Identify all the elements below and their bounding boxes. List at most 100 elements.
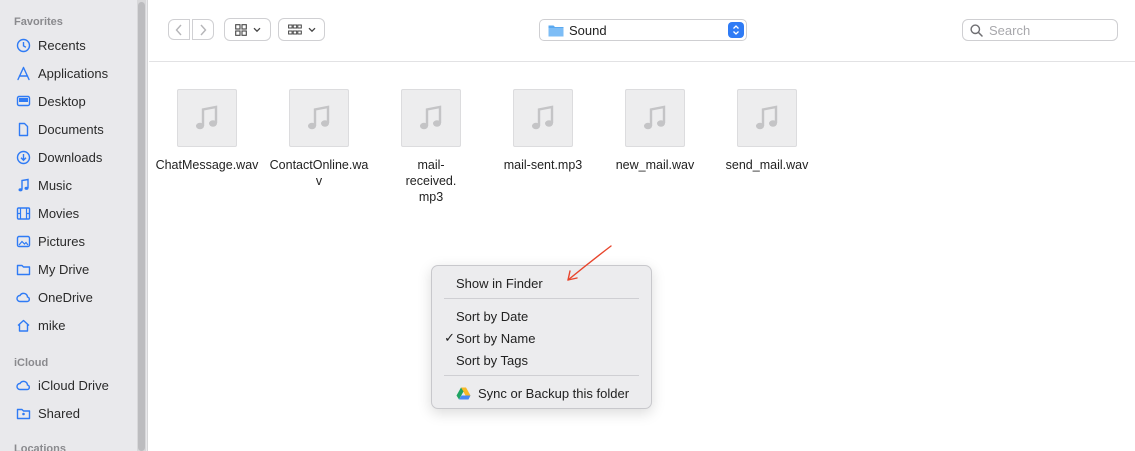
- sidebar-scrollbar[interactable]: [137, 0, 146, 451]
- menu-item-label: Sort by Name: [456, 330, 536, 346]
- chevron-right-icon: [200, 24, 207, 35]
- group-by-button[interactable]: [278, 18, 325, 41]
- file-name: new_mail.wav: [615, 158, 695, 172]
- sidebar-item-applications[interactable]: Applications: [16, 62, 108, 84]
- audio-file-thumbnail: [513, 89, 573, 147]
- search-input[interactable]: [989, 22, 1109, 38]
- sidebar-item-label: Applications: [38, 65, 109, 81]
- sidebar-item-icloud-drive[interactable]: iCloud Drive: [16, 374, 109, 396]
- menu-item-sort-by-date[interactable]: Sort by Date: [433, 306, 650, 326]
- document-icon: [16, 122, 31, 137]
- file-name: ChatMessage.wav: [155, 158, 259, 172]
- file-item[interactable]: mail-received.mp3: [375, 89, 487, 205]
- menu-item-sort-by-name[interactable]: ✓ Sort by Name: [433, 328, 650, 348]
- up-down-chevron-icon: [733, 25, 739, 35]
- sidebar-item-documents[interactable]: Documents: [16, 118, 104, 140]
- sidebar-item-label: Downloads: [38, 149, 103, 165]
- sidebar-item-downloads[interactable]: Downloads: [16, 146, 102, 168]
- sidebar-item-music[interactable]: Music: [16, 174, 72, 196]
- grid-view-icon: [234, 23, 247, 36]
- chevron-down-icon: [253, 27, 260, 32]
- sidebar-item-label: Movies: [38, 205, 80, 221]
- menu-item-sort-by-tags[interactable]: Sort by Tags: [433, 350, 650, 370]
- picture-icon: [16, 234, 31, 249]
- audio-file-thumbnail: [737, 89, 797, 147]
- file-item[interactable]: ChatMessage.wav: [151, 89, 263, 173]
- cloud-icon: [16, 290, 31, 305]
- audio-file-thumbnail: [289, 89, 349, 147]
- file-item[interactable]: ContactOnline.wav: [263, 89, 375, 189]
- sidebar-item-label: Pictures: [38, 233, 85, 249]
- file-name: ContactOnline.wav: [269, 158, 369, 188]
- home-icon: [16, 318, 31, 333]
- folder-icon: [16, 262, 31, 277]
- chevron-left-icon: [175, 24, 182, 35]
- desktop-icon: [16, 94, 31, 109]
- menu-separator: [444, 298, 639, 299]
- music-note-icon: [16, 178, 31, 193]
- shared-folder-icon: [16, 406, 31, 421]
- audio-file-thumbnail: [625, 89, 685, 147]
- toolbar: Sound: [149, 0, 1135, 62]
- sidebar-item-recents[interactable]: Recents: [16, 34, 86, 56]
- sidebar-scrollbar-thumb[interactable]: [138, 2, 145, 451]
- music-note-icon: [420, 105, 442, 130]
- sidebar-item-label: Music: [38, 177, 72, 193]
- sidebar: Favorites Recents Applications Desktop D…: [0, 0, 148, 451]
- path-popup-button[interactable]: Sound: [539, 19, 747, 41]
- icloud-heading: iCloud: [14, 357, 49, 369]
- annotation-arrow: [567, 245, 612, 281]
- applications-icon: [16, 66, 31, 81]
- sidebar-item-shared[interactable]: Shared: [16, 402, 80, 424]
- group-grid-icon: [287, 24, 302, 34]
- sidebar-item-label: Desktop: [38, 93, 86, 109]
- sidebar-item-label: Documents: [38, 121, 104, 137]
- menu-item-label: Sort by Tags: [456, 352, 529, 368]
- download-icon: [16, 150, 31, 165]
- menu-item-label: Sort by Date: [456, 308, 529, 324]
- search-field[interactable]: [962, 19, 1118, 41]
- file-item[interactable]: mail-sent.mp3: [487, 89, 599, 173]
- music-note-icon: [308, 105, 330, 130]
- cloud-icon: [16, 378, 31, 393]
- file-name: send_mail.wav: [725, 158, 809, 172]
- sidebar-item-my-drive[interactable]: My Drive: [16, 258, 89, 280]
- film-icon: [16, 206, 31, 221]
- sidebar-item-label: iCloud Drive: [38, 377, 109, 393]
- file-item[interactable]: send_mail.wav: [711, 89, 823, 173]
- sidebar-item-label: Recents: [38, 37, 86, 53]
- view-mode-button[interactable]: [224, 18, 271, 41]
- checkmark-icon: ✓: [444, 330, 455, 345]
- file-item[interactable]: new_mail.wav: [599, 89, 711, 173]
- menu-item-sync-backup[interactable]: Sync or Backup this folder: [433, 383, 650, 403]
- sidebar-item-mike[interactable]: mike: [16, 314, 65, 336]
- chevron-down-icon: [308, 27, 315, 32]
- music-note-icon: [532, 105, 554, 130]
- sidebar-item-onedrive[interactable]: OneDrive: [16, 286, 93, 308]
- sidebar-item-pictures[interactable]: Pictures: [16, 230, 85, 252]
- menu-item-label: Sync or Backup this folder: [478, 385, 630, 401]
- sidebar-item-desktop[interactable]: Desktop: [16, 90, 86, 112]
- sidebar-item-movies[interactable]: Movies: [16, 202, 79, 224]
- back-button[interactable]: [168, 19, 190, 40]
- sidebar-item-label: Shared: [38, 405, 80, 421]
- menu-item-label: Show in Finder: [456, 275, 543, 291]
- sidebar-item-label: My Drive: [38, 261, 90, 277]
- audio-file-thumbnail: [401, 89, 461, 147]
- sidebar-item-label: OneDrive: [38, 289, 93, 305]
- search-icon: [970, 23, 983, 37]
- music-note-icon: [196, 105, 218, 130]
- google-drive-icon: [456, 387, 471, 399]
- forward-button[interactable]: [192, 19, 214, 40]
- clock-icon: [16, 38, 31, 53]
- file-name: mail-received.mp3: [405, 158, 457, 204]
- sidebar-item-label: mike: [38, 317, 66, 333]
- folder-icon: [548, 25, 564, 36]
- path-stepper[interactable]: [728, 22, 744, 38]
- file-name: mail-sent.mp3: [503, 158, 583, 172]
- audio-file-thumbnail: [177, 89, 237, 147]
- music-note-icon: [756, 105, 778, 130]
- path-folder-name: Sound: [569, 22, 607, 38]
- menu-separator: [444, 375, 639, 376]
- locations-heading: Locations: [14, 443, 66, 451]
